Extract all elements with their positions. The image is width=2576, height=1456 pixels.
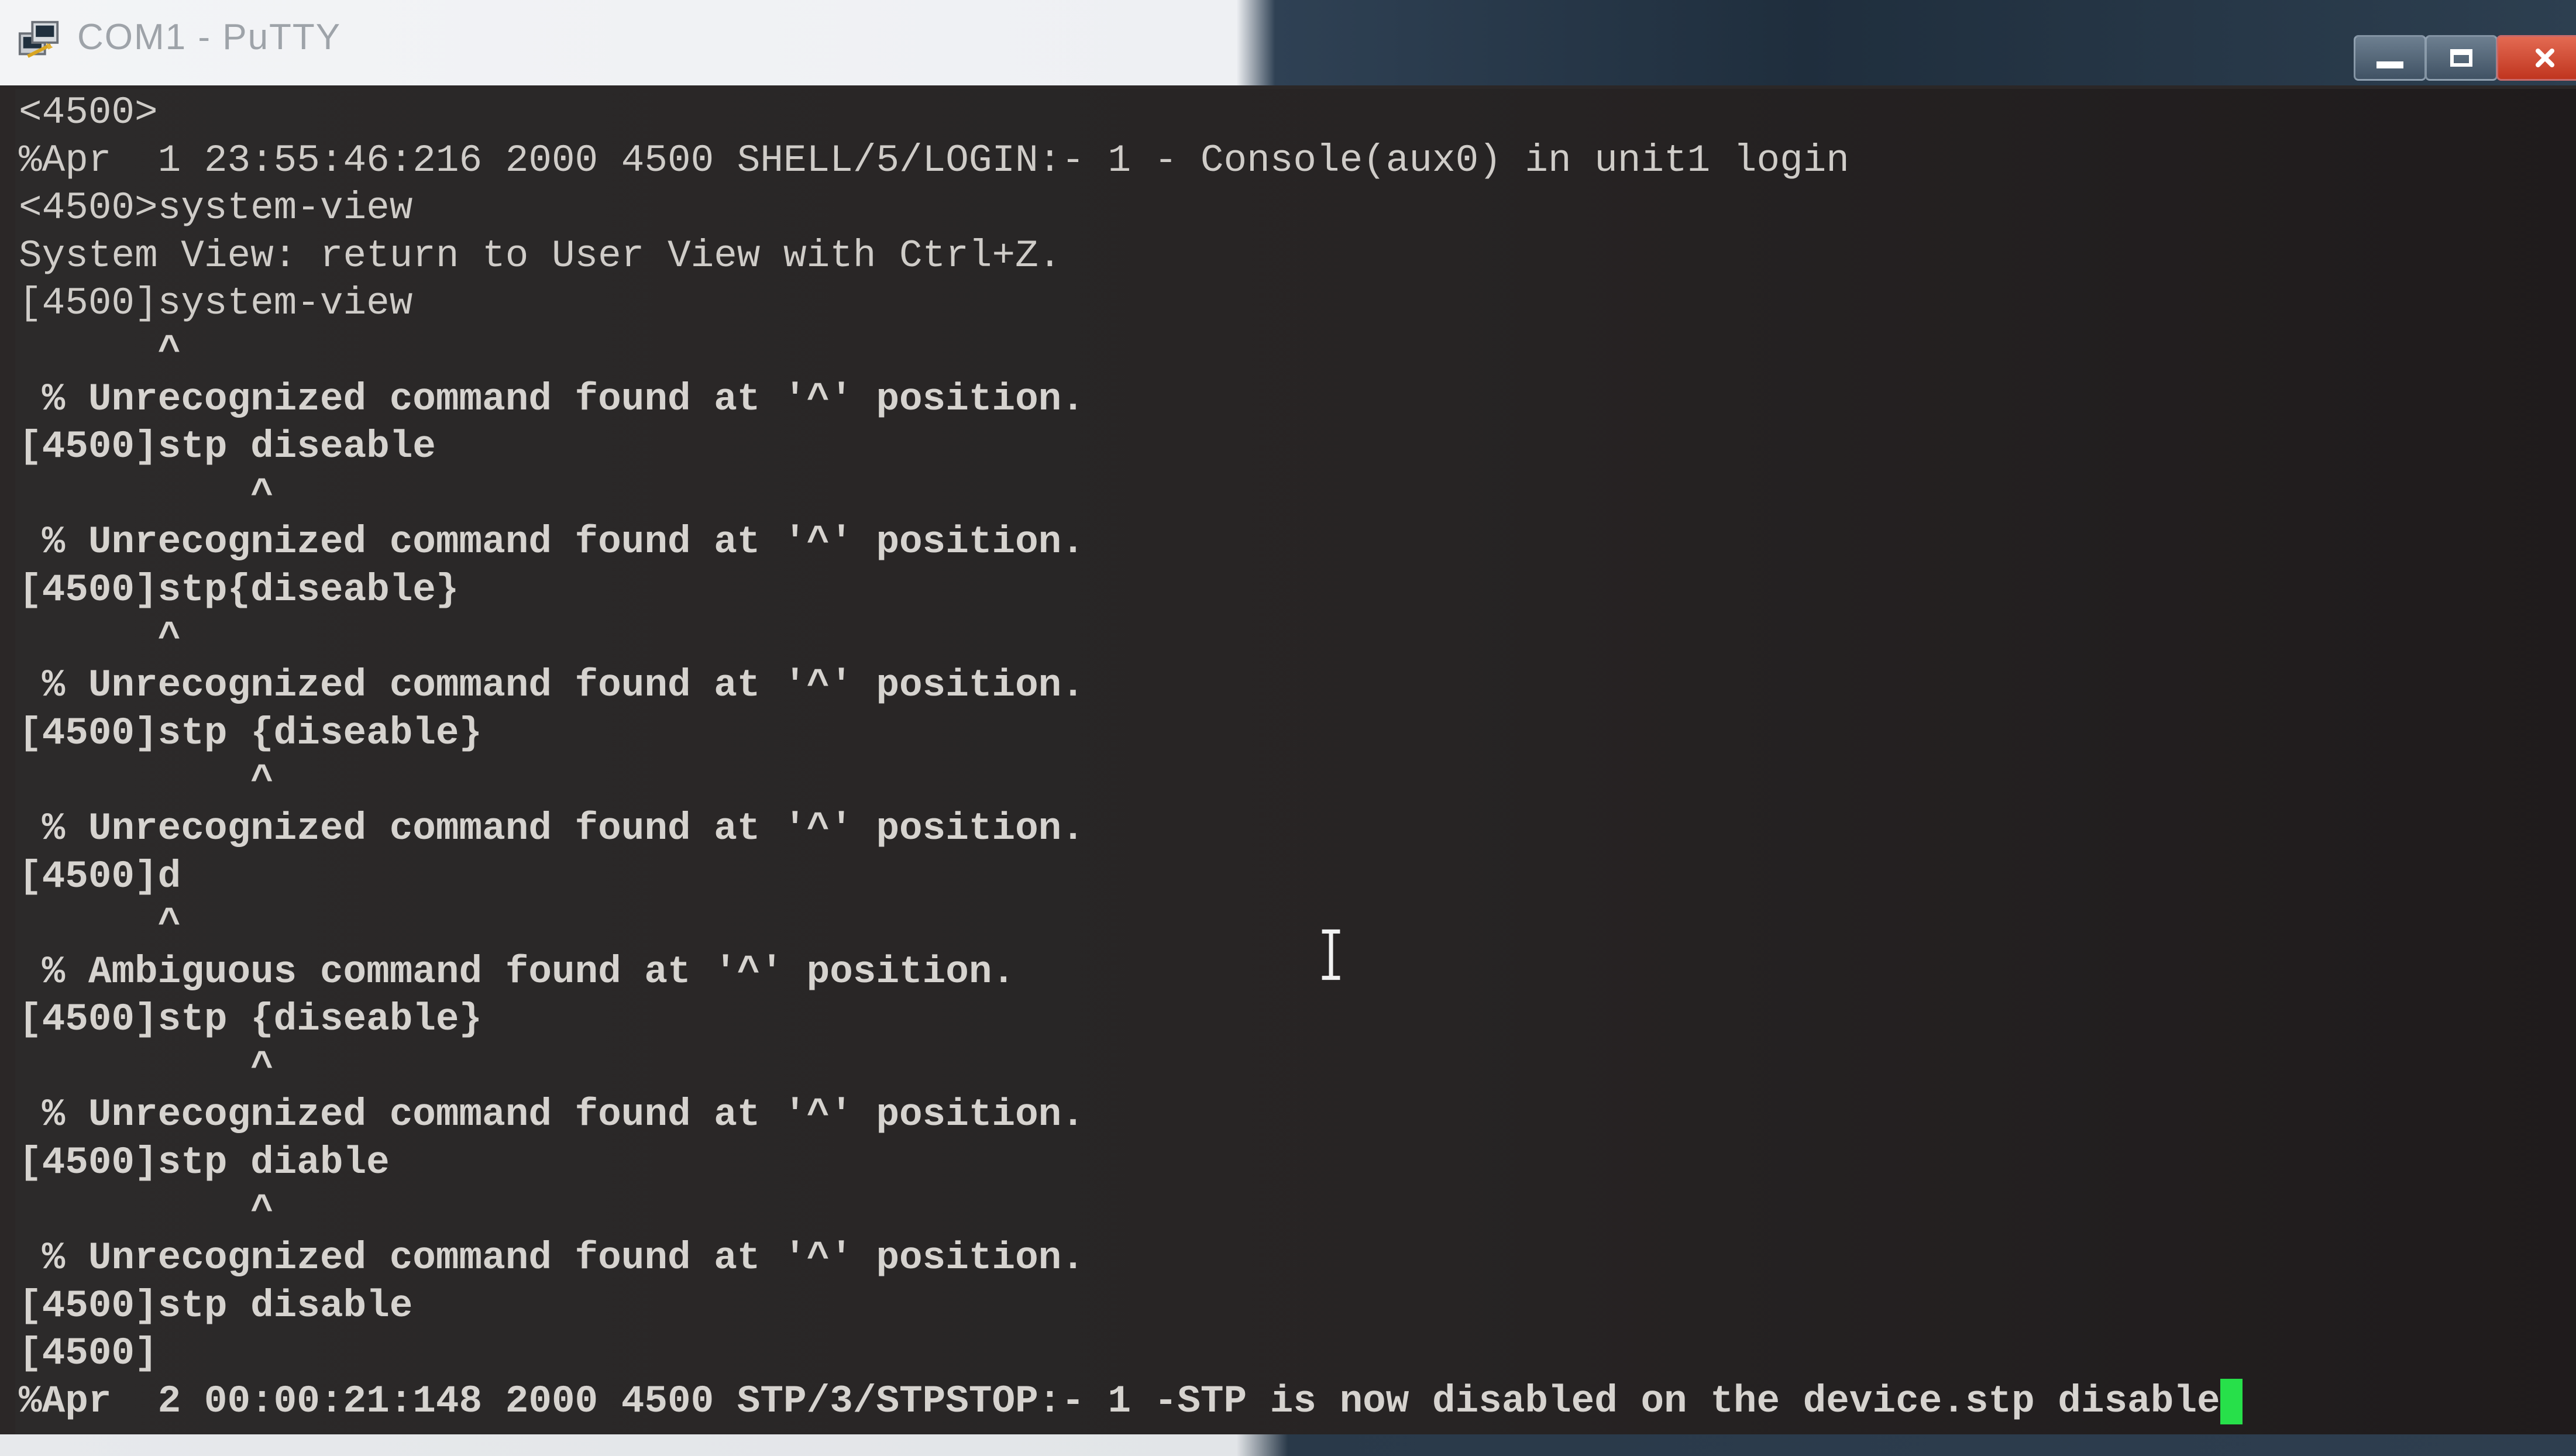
terminal-line: [4500]d: [19, 854, 181, 899]
ibeam-cursor-icon: [1322, 929, 1340, 980]
terminal-line: ^: [19, 1188, 274, 1233]
terminal-line: % Unrecognized command found at '^' posi…: [19, 377, 1085, 421]
window-title: COM1 - PuTTY: [77, 17, 342, 57]
terminal-line: [4500]stp disable: [19, 1283, 413, 1328]
terminal-line: % Unrecognized command found at '^' posi…: [19, 1236, 1085, 1281]
maximize-button[interactable]: [2425, 35, 2498, 81]
title-bar[interactable]: COM1 - PuTTY: [0, 0, 2576, 85]
putty-window: COM1 - PuTTY <4500> %Apr 1 23:55:46:216 …: [0, 0, 2576, 1456]
terminal-line: ^: [19, 615, 181, 660]
terminal-area[interactable]: <4500> %Apr 1 23:55:46:216 2000 4500 SHE…: [15, 89, 2576, 1434]
close-icon: [2536, 49, 2554, 67]
terminal-output: <4500> %Apr 1 23:55:46:216 2000 4500 SHE…: [19, 89, 2243, 1426]
terminal-line: System View: return to User View with Ct…: [19, 233, 1062, 278]
terminal-line: % Unrecognized command found at '^' posi…: [19, 663, 1085, 708]
window-bottom-edge: [0, 1434, 2576, 1456]
window-controls: [2354, 23, 2576, 82]
terminal-line-text: %Apr 2 00:00:21:148 2000 4500 STP/3/STPS…: [19, 1379, 2220, 1424]
terminal-line: [4500]stp {diseable}: [19, 997, 483, 1042]
terminal-line: % Unrecognized command found at '^' posi…: [19, 806, 1085, 851]
terminal-line: %Apr 1 23:55:46:216 2000 4500 SHELL/5/LO…: [19, 138, 1849, 183]
terminal-line: % Ambiguous command found at '^' positio…: [19, 949, 1016, 994]
terminal-line: ^: [19, 1045, 274, 1089]
terminal-line: ^: [19, 902, 181, 946]
terminal-line: % Unrecognized command found at '^' posi…: [19, 520, 1085, 564]
terminal-line: [4500]system-view: [19, 281, 413, 326]
terminal-line: [4500]stp {diseable}: [19, 711, 483, 755]
terminal-line: ^: [19, 759, 274, 803]
close-button[interactable]: [2496, 35, 2576, 81]
terminal-line: [4500]stp{diseable}: [19, 567, 459, 612]
terminal-line: <4500>: [19, 91, 158, 135]
terminal-line: ^: [19, 329, 181, 373]
text-cursor: [2220, 1378, 2243, 1424]
minimize-button[interactable]: [2354, 35, 2426, 81]
putty-icon[interactable]: [16, 18, 62, 63]
terminal-line: [4500]stp diable: [19, 1141, 390, 1185]
minimize-icon: [2376, 61, 2403, 68]
terminal-line: % Unrecognized command found at '^' posi…: [19, 1093, 1085, 1137]
maximize-icon: [2450, 49, 2472, 67]
terminal-prompt-line[interactable]: %Apr 2 00:00:21:148 2000 4500 STP/3/STPS…: [19, 1378, 2243, 1426]
terminal-line: <4500>system-view: [19, 186, 413, 230]
terminal-line: [4500]stp diseable: [19, 425, 436, 469]
terminal-line: ^: [19, 472, 274, 517]
terminal-line: [4500]: [19, 1331, 158, 1376]
